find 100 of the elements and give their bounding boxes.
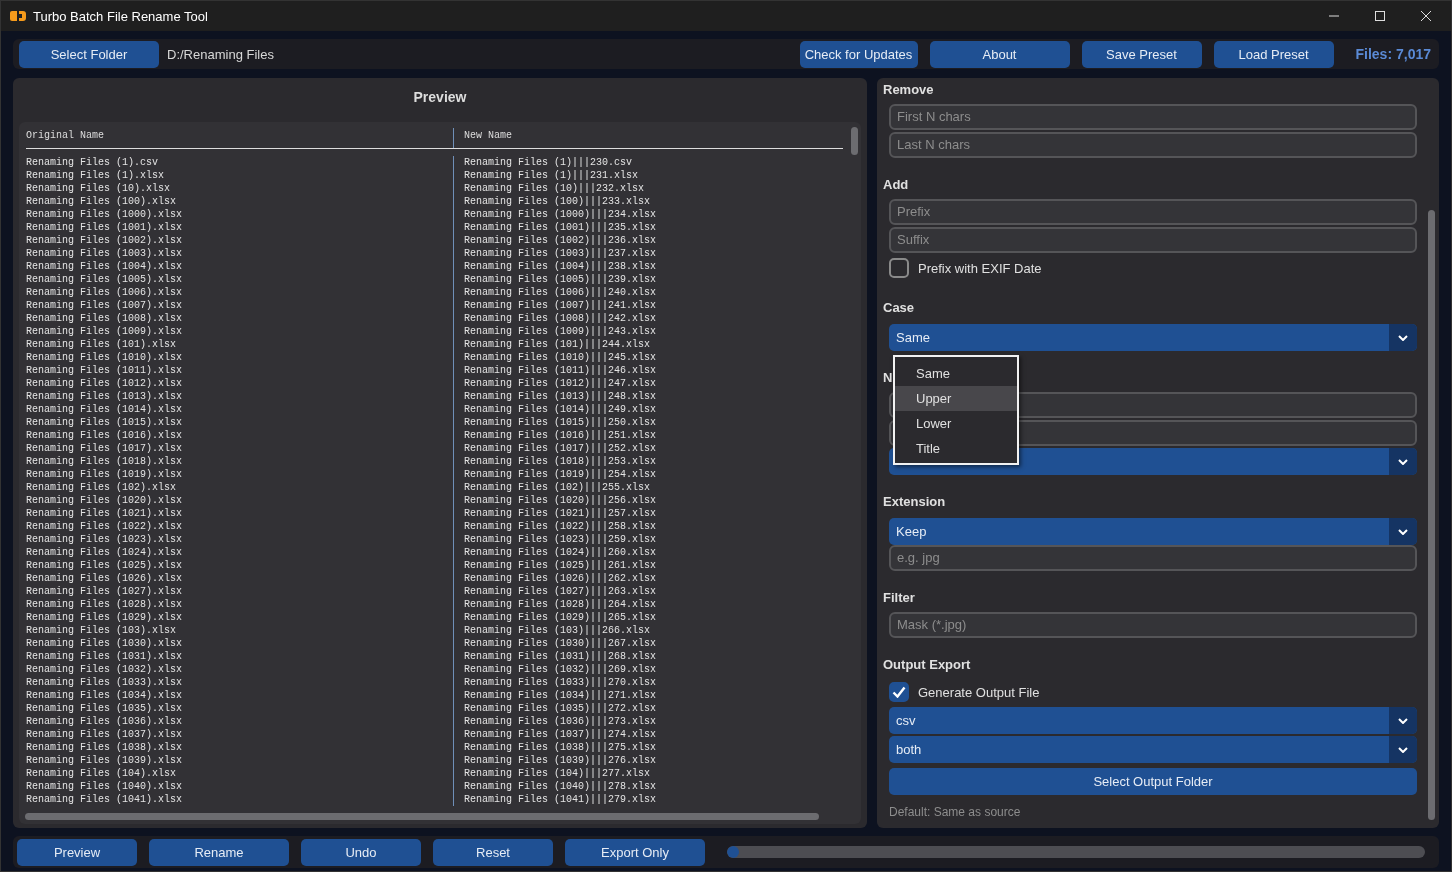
close-icon[interactable] <box>1421 11 1431 21</box>
original-name: Renaming Files (1011).xlsx <box>26 364 184 377</box>
input-field[interactable]: e.g. jpg <box>889 545 1417 571</box>
original-name: Renaming Files (1021).xlsx <box>26 507 184 520</box>
original-name: Renaming Files (1012).xlsx <box>26 377 184 390</box>
toolbar-button[interactable]: Check for Updates <box>799 40 918 68</box>
new-name: Renaming Files (1005)|||239.xlsx <box>453 273 657 286</box>
original-name: Renaming Files (1).xlsx <box>26 169 166 182</box>
original-name: Renaming Files (1032).xlsx <box>26 663 184 676</box>
toolbar-button[interactable]: Load Preset <box>1213 40 1334 68</box>
new-name: Renaming Files (1003)|||237.xlsx <box>453 247 657 260</box>
original-name: Renaming Files (1022).xlsx <box>26 520 184 533</box>
files-count: Files: 7,017 <box>1355 46 1431 62</box>
dropdown[interactable]: Keep <box>889 518 1417 545</box>
section-title: Output Export <box>883 657 971 674</box>
scrollbar-thumb[interactable] <box>1428 210 1435 820</box>
menu-item[interactable]: Upper <box>895 386 1017 411</box>
input-field[interactable]: Last N chars <box>889 132 1417 158</box>
new-name: Renaming Files (1011)|||246.xlsx <box>453 364 657 377</box>
new-name: Renaming Files (1017)|||252.xlsx <box>453 442 657 455</box>
original-name: Renaming Files (1034).xlsx <box>26 689 184 702</box>
dropdown[interactable]: Same <box>889 324 1417 351</box>
column-header: New Name <box>453 128 512 148</box>
chevron-down-icon <box>1398 717 1408 724</box>
new-name: Renaming Files (10)|||232.xlsx <box>453 182 645 195</box>
new-name: Renaming Files (1020)|||256.xlsx <box>453 494 657 507</box>
window-title: Turbo Batch File Rename Tool <box>33 8 208 24</box>
chevron-down-icon <box>1398 746 1408 753</box>
new-name: Renaming Files (1008)|||242.xlsx <box>453 312 657 325</box>
original-name: Renaming Files (1008).xlsx <box>26 312 184 325</box>
new-name: Renaming Files (1014)|||249.xlsx <box>453 403 657 416</box>
input-field[interactable]: Prefix <box>889 199 1417 225</box>
action-button[interactable]: Undo <box>301 838 421 866</box>
hint-text: Default: Same as source <box>889 805 1022 819</box>
toolbar-button[interactable]: Save Preset <box>1081 40 1202 68</box>
checkbox-label: Generate Output File <box>918 684 1040 700</box>
new-name: Renaming Files (1021)|||257.xlsx <box>453 507 657 520</box>
original-name: Renaming Files (1030).xlsx <box>26 637 184 650</box>
original-name: Renaming Files (1019).xlsx <box>26 468 184 481</box>
new-name: Renaming Files (1025)|||261.xlsx <box>453 559 657 572</box>
original-name: Renaming Files (1016).xlsx <box>26 429 184 442</box>
new-name: Renaming Files (1013)|||248.xlsx <box>453 390 657 403</box>
original-name: Renaming Files (1013).xlsx <box>26 390 184 403</box>
action-button[interactable]: Reset <box>433 838 553 866</box>
action-button[interactable]: Export Only <box>565 838 705 866</box>
new-name: Renaming Files (1012)|||247.xlsx <box>453 377 657 390</box>
chevron-down-icon <box>1398 334 1408 341</box>
select-output-folder-button[interactable]: Select Output Folder <box>889 768 1417 795</box>
original-name: Renaming Files (1005).xlsx <box>26 273 184 286</box>
new-name: Renaming Files (1)|||231.xlsx <box>453 169 639 182</box>
new-name: Renaming Files (1030)|||267.xlsx <box>453 637 657 650</box>
new-name: Renaming Files (1036)|||273.xlsx <box>453 715 657 728</box>
original-name: Renaming Files (1007).xlsx <box>26 299 184 312</box>
original-name: Renaming Files (100).xlsx <box>26 195 178 208</box>
folder-path: D:/Renaming Files <box>167 46 274 62</box>
dropdown[interactable]: both <box>889 736 1417 763</box>
menu-item[interactable]: Title <box>895 436 1017 461</box>
original-name: Renaming Files (1014).xlsx <box>26 403 184 416</box>
new-name: Renaming Files (1004)|||238.xlsx <box>453 260 657 273</box>
menu-item[interactable]: Same <box>895 361 1017 386</box>
checkbox-label: Prefix with EXIF Date <box>918 260 1042 276</box>
action-button[interactable]: Preview <box>17 838 137 866</box>
new-name: Renaming Files (1019)|||254.xlsx <box>453 468 657 481</box>
original-name: Renaming Files (1027).xlsx <box>26 585 184 598</box>
original-name: Renaming Files (1024).xlsx <box>26 546 184 559</box>
new-name: Renaming Files (1037)|||274.xlsx <box>453 728 657 741</box>
new-name: Renaming Files (1001)|||235.xlsx <box>453 221 657 234</box>
input-field[interactable]: Mask (*.jpg) <box>889 612 1417 638</box>
menu-item[interactable]: Lower <box>895 411 1017 436</box>
new-name: Renaming Files (1033)|||270.xlsx <box>453 676 657 689</box>
section-title: Case <box>883 300 915 317</box>
select-folder-button[interactable]: Select Folder <box>19 40 159 68</box>
new-name: Renaming Files (1041)|||279.xlsx <box>453 793 657 806</box>
input-field[interactable]: First N chars <box>889 104 1417 130</box>
maximize-icon[interactable] <box>1375 11 1385 21</box>
section-title: Add <box>883 177 909 194</box>
original-name: Renaming Files (104).xlsx <box>26 767 178 780</box>
new-name: Renaming Files (1023)|||259.xlsx <box>453 533 657 546</box>
new-name: Renaming Files (1032)|||269.xlsx <box>453 663 657 676</box>
new-name: Renaming Files (1009)|||243.xlsx <box>453 325 657 338</box>
toolbar-button[interactable]: About <box>929 40 1070 68</box>
dropdown[interactable]: csv <box>889 707 1417 734</box>
new-name: Renaming Files (1015)|||250.xlsx <box>453 416 657 429</box>
original-name: Renaming Files (1033).xlsx <box>26 676 184 689</box>
original-name: Renaming Files (1040).xlsx <box>26 780 184 793</box>
action-button[interactable]: Rename <box>149 838 289 866</box>
input-field[interactable]: Suffix <box>889 227 1417 253</box>
new-name: Renaming Files (103)|||266.xlsx <box>453 624 651 637</box>
section-title: Extension <box>883 494 946 511</box>
scrollbar-thumb[interactable] <box>851 127 858 155</box>
original-name: Renaming Files (1018).xlsx <box>26 455 184 468</box>
checkbox[interactable] <box>889 682 909 702</box>
original-name: Renaming Files (10).xlsx <box>26 182 172 195</box>
new-name: Renaming Files (1002)|||236.xlsx <box>453 234 657 247</box>
new-name: Renaming Files (1022)|||258.xlsx <box>453 520 657 533</box>
scrollbar-thumb[interactable] <box>25 813 819 820</box>
checkbox[interactable] <box>889 258 909 278</box>
new-name: Renaming Files (1034)|||271.xlsx <box>453 689 657 702</box>
original-name: Renaming Files (1020).xlsx <box>26 494 184 507</box>
original-name: Renaming Files (1025).xlsx <box>26 559 184 572</box>
